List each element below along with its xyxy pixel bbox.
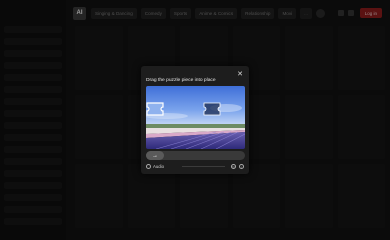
audio-label: Audio <box>153 164 164 169</box>
captcha-slider-track[interactable]: → <box>146 151 245 160</box>
refresh-icon[interactable]: ↻ <box>231 164 236 169</box>
audio-button[interactable]: Audio <box>146 164 164 169</box>
slider-arrow-icon[interactable]: → <box>146 151 164 160</box>
puzzle-image <box>146 86 245 149</box>
puzzle-slot <box>203 102 221 116</box>
captcha-footer: Audio ↻ i <box>146 163 244 170</box>
tulip-field-image <box>146 86 245 149</box>
captcha-title: Drag the puzzle piece into place <box>146 78 216 83</box>
puzzle-piece[interactable] <box>146 102 164 116</box>
info-icon[interactable]: i <box>239 164 244 169</box>
divider <box>182 166 225 167</box>
headphones-icon <box>146 164 151 169</box>
close-icon[interactable]: ✕ <box>237 70 243 79</box>
captcha-dialog: Drag the puzzle piece into place ✕ → Aud… <box>141 66 249 174</box>
